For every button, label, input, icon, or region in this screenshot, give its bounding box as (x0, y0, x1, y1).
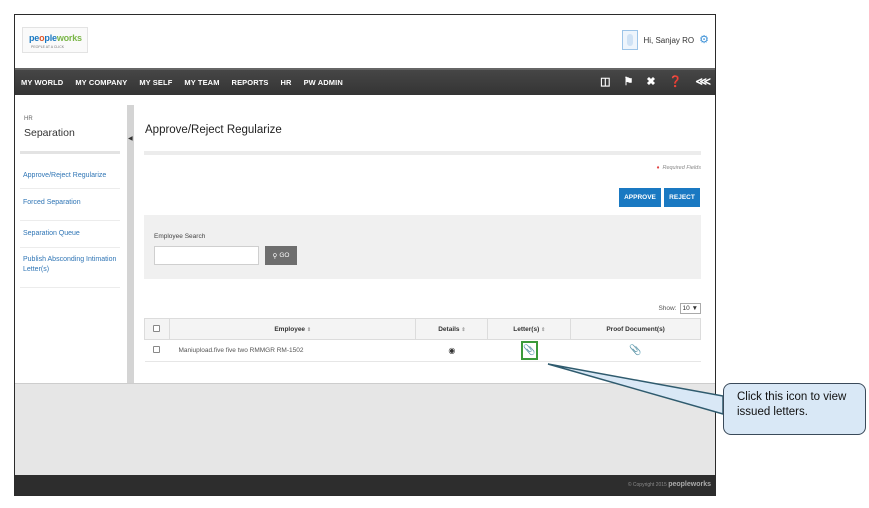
show-label: Show: (658, 305, 677, 312)
proof-documents-cell: 📎 (570, 339, 701, 362)
page-size-value: 10 (682, 305, 690, 312)
caret-down-icon: ▼ (691, 305, 698, 312)
book-icon[interactable]: ◫ (600, 77, 610, 88)
letters-highlight-box: 📎 (520, 341, 538, 360)
content-background (15, 383, 715, 475)
required-star-icon: ♦ (656, 165, 660, 171)
required-fields-text: Required Fields (662, 165, 701, 171)
share-icon[interactable]: ⋘ (695, 77, 711, 88)
eye-icon[interactable]: ◉ (448, 346, 455, 355)
nav-menu: MY WORLD MY COMPANY MY SELF MY TEAM REPO… (15, 70, 349, 95)
sidebar-separator (20, 220, 120, 221)
footer-brand: peopleworks (668, 481, 711, 488)
help-icon[interactable]: ❓ (669, 77, 683, 88)
column-header-label: Letter(s) (513, 325, 540, 333)
paperclip-icon[interactable]: 📎 (629, 345, 641, 356)
sidebar-item-approve-reject-regularize[interactable]: Approve/Reject Regularize (23, 171, 121, 181)
sort-icon: ⇕ (541, 326, 546, 333)
sidebar-section-title: Separation (24, 127, 75, 139)
column-header-letters[interactable]: Letter(s) ⇕ (487, 318, 572, 340)
sidebar-item-publish-absconding[interactable]: Publish Absconding Intimation Letter(s) (23, 255, 121, 275)
user-area: Hi, Sanjay RO ⚙ (622, 29, 709, 51)
letters-cell: 📎 (487, 339, 571, 362)
employee-search-label: Employee Search (154, 233, 206, 240)
go-button-label: GO (279, 252, 290, 259)
sidebar: HR Separation Approve/Reject Regularize … (15, 105, 127, 383)
column-header-employee[interactable]: Employee ⇕ (168, 318, 417, 340)
page-size-select[interactable]: 10 ▼ (679, 303, 701, 314)
table-row: Maniupload.five five two RMMGR RM-1502 ◉… (144, 339, 701, 362)
avatar[interactable] (622, 30, 639, 50)
nav-item-reports[interactable]: REPORTS (226, 78, 275, 87)
page-title: Approve/Reject Regularize (145, 124, 282, 136)
sort-icon: ⇕ (306, 326, 312, 333)
tools-icon[interactable]: ✖ (646, 77, 655, 88)
main-content: Approve/Reject Regularize ♦ Required Fiel… (134, 105, 715, 383)
reject-button[interactable]: REJECT (664, 188, 700, 207)
column-header-details[interactable]: Details ⇕ (415, 318, 489, 340)
chevron-left-icon: ◀ (128, 136, 133, 142)
go-button[interactable]: ⚲ GO (265, 246, 297, 265)
select-all-cell (144, 318, 170, 340)
select-all-checkbox[interactable] (153, 324, 161, 332)
sidebar-separator (20, 247, 120, 248)
app-window: peopleworks PEOPLE AT A CLICK Hi, Sanjay… (14, 14, 716, 496)
nav-item-hr[interactable]: HR (275, 78, 298, 87)
nav-item-my-company[interactable]: MY COMPANY (69, 78, 133, 87)
column-header-label: Proof Document(s) (606, 325, 665, 333)
copyright-label: © Copyright 2015 (627, 482, 667, 488)
logo-tagline: PEOPLE AT A CLICK (31, 45, 65, 49)
user-greeting[interactable]: Hi, Sanjay RO (643, 36, 694, 45)
row-select-cell (144, 339, 170, 362)
callout-text: Click this icon to view issued letters. (737, 391, 847, 418)
required-fields-note: ♦ Required Fields (657, 165, 701, 171)
table-header-row: Employee ⇕ Details ⇕ Letter(s) ⇕ Proof D… (144, 318, 701, 340)
sidebar-divider (20, 151, 120, 154)
nav-item-my-self[interactable]: MY SELF (133, 78, 178, 87)
app-footer: © Copyright 2015 peopleworks (15, 475, 715, 495)
employee-table: Employee ⇕ Details ⇕ Letter(s) ⇕ Proof D… (144, 318, 701, 362)
approve-button[interactable]: APPROVE (619, 188, 661, 207)
details-cell: ◉ (415, 339, 488, 362)
employee-search-panel: Employee Search ⚲ GO (144, 215, 701, 279)
title-divider (144, 151, 701, 155)
nav-icon-group: ◫ ⚑ ✖ ❓ ⋘ (600, 70, 711, 95)
sort-icon: ⇕ (461, 326, 466, 333)
column-header-label: Employee (274, 325, 306, 333)
sidebar-separator (20, 287, 120, 288)
nav-item-pw-admin[interactable]: PW ADMIN (298, 78, 349, 87)
paperclip-icon[interactable]: 📎 (523, 345, 535, 356)
gear-icon[interactable]: ⚙ (699, 34, 709, 46)
employee-search-input[interactable] (154, 246, 259, 265)
app-header: peopleworks PEOPLE AT A CLICK Hi, Sanjay… (15, 15, 715, 68)
column-header-label: Details (438, 325, 460, 333)
nav-item-my-team[interactable]: MY TEAM (178, 78, 225, 87)
logo-wordmark: peopleworks (29, 33, 82, 43)
breadcrumb: HR (24, 116, 33, 122)
sidebar-separator (20, 188, 120, 189)
page-size-control: Show: 10 ▼ (658, 303, 701, 314)
peopleworks-logo[interactable]: peopleworks PEOPLE AT A CLICK (22, 27, 88, 53)
employee-cell: Maniupload.five five two RMMGR RM-1502 (169, 339, 416, 362)
main-nav: MY WORLD MY COMPANY MY SELF MY TEAM REPO… (15, 68, 715, 95)
sidebar-item-forced-separation[interactable]: Forced Separation (23, 198, 121, 208)
copyright-text: © Copyright 2015 peopleworks (628, 481, 711, 488)
flag-icon[interactable]: ⚑ (624, 77, 634, 88)
nav-item-my-world[interactable]: MY WORLD (15, 78, 69, 87)
sidebar-item-separation-queue[interactable]: Separation Queue (23, 229, 121, 239)
row-checkbox[interactable] (153, 346, 161, 353)
sidebar-collapse-handle[interactable]: ◀ (127, 105, 134, 383)
callout-box: Click this icon to view issued letters. (723, 383, 866, 435)
column-header-proof-documents: Proof Document(s) (570, 318, 701, 340)
search-icon: ⚲ (272, 252, 278, 260)
